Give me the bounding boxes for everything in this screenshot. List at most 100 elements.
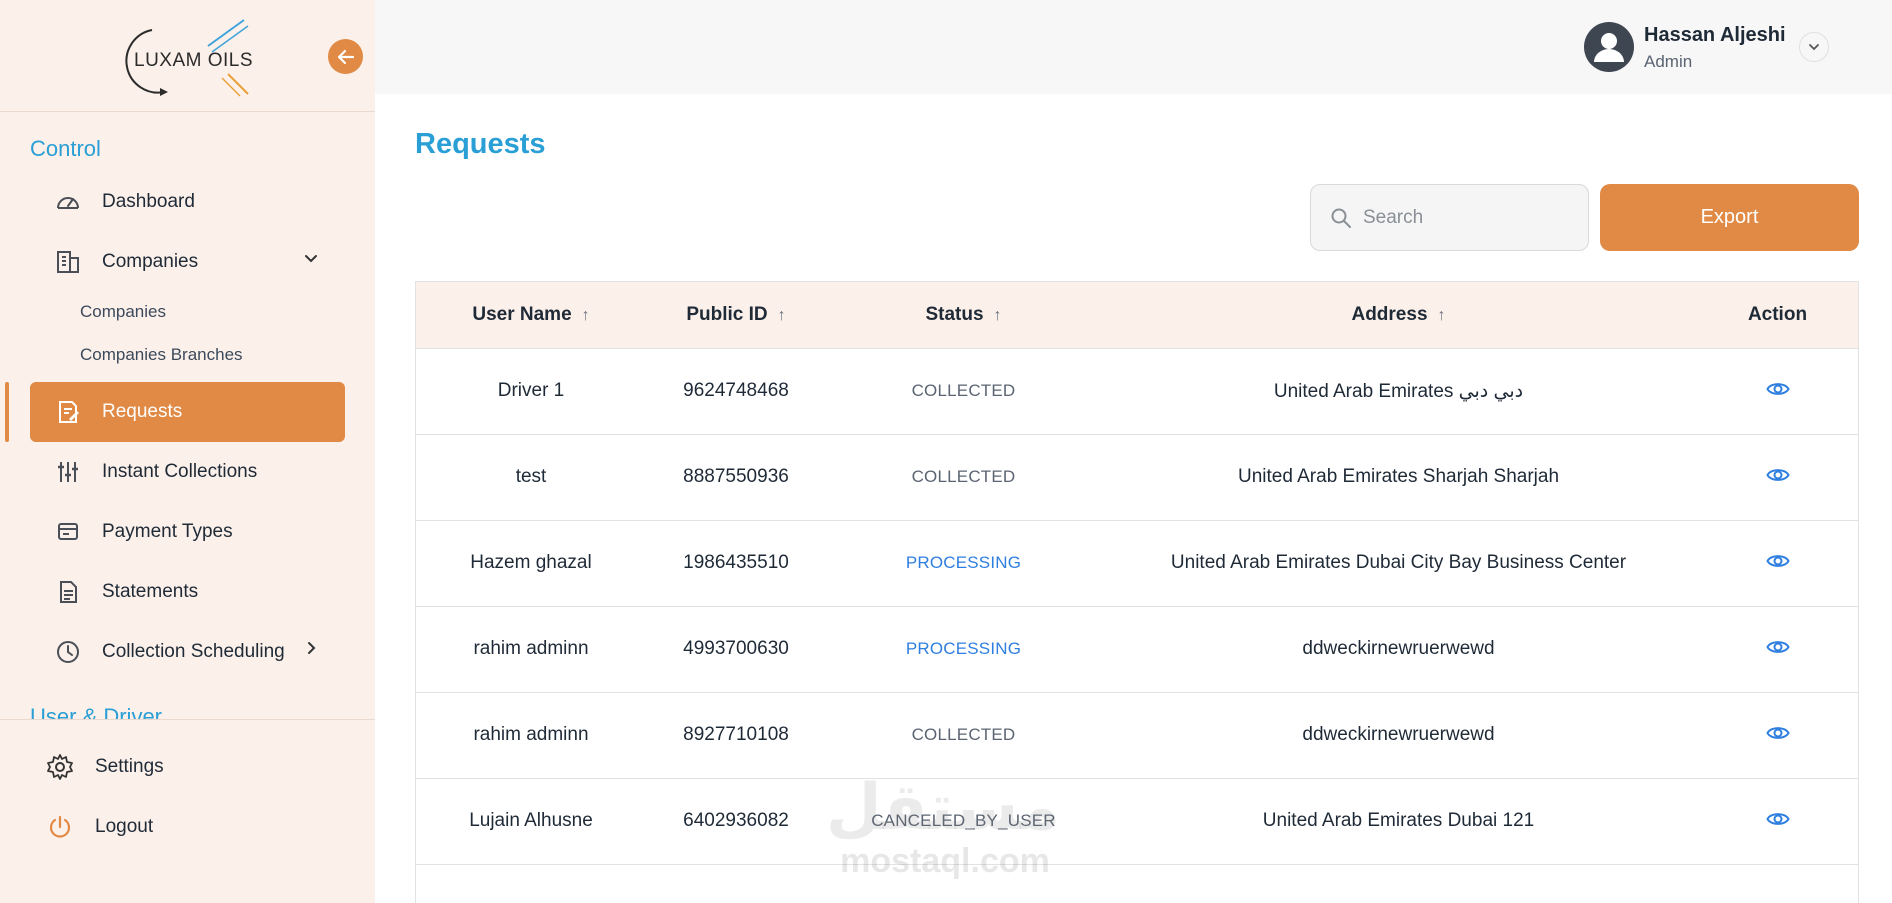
cell-public-id: 4993700630 bbox=[683, 638, 789, 659]
sidebar-subitem-companies-branches[interactable]: Companies Branches bbox=[80, 345, 243, 365]
clock-icon bbox=[54, 638, 82, 666]
gear-icon bbox=[45, 752, 75, 782]
sidebar-subitem-companies[interactable]: Companies bbox=[80, 302, 166, 322]
status-badge: CANCELED_BY_USER bbox=[871, 811, 1056, 830]
cell-address: United Arab Emirates دبي دبي bbox=[1273, 380, 1524, 402]
sidebar-item-collection-scheduling[interactable]: Collection Scheduling bbox=[30, 622, 345, 682]
cell-user-name: rahim adminn bbox=[473, 724, 589, 745]
cell-user-name: Lujain Alhusne bbox=[469, 810, 593, 831]
cell-address: United Arab Emirates Dubai 121 bbox=[1262, 810, 1535, 831]
table-row: rahim adminn 4993700630 PROCESSING ddwec… bbox=[416, 606, 1858, 692]
chevron-down-icon bbox=[1809, 44, 1819, 51]
status-badge: COLLECTED bbox=[911, 467, 1016, 486]
view-eye-icon[interactable] bbox=[1764, 375, 1792, 403]
collapse-sidebar-button[interactable] bbox=[328, 39, 363, 74]
sort-arrow-up-icon[interactable]: ↑ bbox=[582, 307, 590, 324]
status-badge: COLLECTED bbox=[911, 381, 1016, 400]
cell-user-name: Hazem ghazal bbox=[470, 552, 592, 573]
sort-arrow-up-icon[interactable]: ↑ bbox=[994, 307, 1002, 324]
section-title-control: Control bbox=[30, 136, 101, 161]
status-badge: COLLECTED bbox=[911, 725, 1016, 744]
user-role: Admin bbox=[1644, 52, 1693, 71]
sort-arrow-up-icon[interactable]: ↑ bbox=[778, 307, 786, 324]
brand-area: LUXAM OILS bbox=[0, 0, 375, 112]
top-bar bbox=[375, 0, 1892, 94]
search-box[interactable] bbox=[1310, 184, 1589, 251]
cell-user-name: test bbox=[515, 466, 547, 487]
table-row: rahim adminn 8927710108 COLLECTED ddweck… bbox=[416, 692, 1858, 778]
user-icon bbox=[1594, 33, 1624, 62]
column-header-address[interactable]: Address ↑ bbox=[1101, 282, 1696, 349]
cell-public-id: 6402936082 bbox=[683, 810, 789, 831]
sidebar-item-label: Dashboard bbox=[102, 191, 195, 212]
export-button[interactable]: Export bbox=[1600, 184, 1859, 251]
building-icon bbox=[54, 248, 82, 276]
sidebar-item-companies[interactable]: Companies bbox=[30, 232, 345, 292]
sidebar-item-label: Companies bbox=[102, 251, 199, 272]
cell-user-name: Driver 1 bbox=[497, 380, 565, 401]
column-header-public-id[interactable]: Public ID ↑ bbox=[646, 282, 826, 349]
cell-address: ddweckirnewruerwewd bbox=[1302, 724, 1495, 745]
sidebar-item-dashboard[interactable]: Dashboard bbox=[30, 172, 345, 232]
sidebar-item-instant-collections[interactable]: Instant Collections bbox=[30, 442, 345, 502]
cell-public-id: 8887550936 bbox=[683, 466, 789, 487]
search-icon bbox=[1331, 208, 1351, 228]
company-logo[interactable]: LUXAM OILS bbox=[112, 18, 262, 98]
sidebar-item-label: Payment Types bbox=[102, 521, 233, 542]
sidebar-item-label: Collection Scheduling bbox=[102, 641, 285, 662]
view-eye-icon[interactable] bbox=[1764, 719, 1792, 747]
sidebar-item-label: Logout bbox=[95, 816, 154, 837]
table-row: Hazem ghazal 1986435510 PROCESSING Unite… bbox=[416, 520, 1858, 606]
sidebar-item-label: Settings bbox=[95, 756, 164, 777]
table-row: Lujain Alhusne 6402936082 CANCELED_BY_US… bbox=[416, 778, 1858, 864]
sidebar-item-requests[interactable]: Requests bbox=[30, 382, 345, 442]
search-input[interactable] bbox=[1363, 206, 1563, 229]
sidebar-item-label: Requests bbox=[102, 401, 183, 422]
receipt-icon bbox=[54, 518, 82, 546]
sidebar-divider bbox=[0, 719, 375, 720]
view-eye-icon[interactable] bbox=[1764, 633, 1792, 661]
page-title: Requests bbox=[415, 128, 546, 160]
sidebar-item-payment-types[interactable]: Payment Types bbox=[30, 502, 345, 562]
view-eye-icon[interactable] bbox=[1764, 547, 1792, 575]
sidebar-item-settings[interactable]: Settings bbox=[45, 747, 164, 787]
column-header-user-name[interactable]: User Name ↑ bbox=[416, 282, 646, 349]
cell-address: United Arab Emirates Dubai City Bay Busi… bbox=[1170, 552, 1627, 573]
cell-public-id: 8927710108 bbox=[683, 724, 789, 745]
requests-table: User Name ↑ Public ID ↑ Status ↑ Address ↑ A… bbox=[415, 281, 1859, 903]
table-row: Driver 1 9624748468 COLLECTED United Ara… bbox=[416, 348, 1858, 434]
cell-address: United Arab Emirates Sharjah Sharjah bbox=[1237, 466, 1560, 487]
user-menu-toggle[interactable] bbox=[1799, 32, 1829, 62]
power-icon bbox=[45, 812, 75, 842]
user-name: Hassan Aljeshi bbox=[1644, 24, 1786, 46]
sidebar-item-statements[interactable]: Statements bbox=[30, 562, 345, 622]
view-eye-icon[interactable] bbox=[1764, 461, 1792, 489]
cell-public-id: 1986435510 bbox=[683, 552, 789, 573]
status-badge: PROCESSING bbox=[905, 553, 1022, 572]
edit-document-icon bbox=[54, 398, 82, 426]
cell-address: ddweckirnewruerwewd bbox=[1302, 638, 1495, 659]
arrow-left-icon bbox=[337, 49, 354, 64]
sort-arrow-up-icon[interactable]: ↑ bbox=[1438, 307, 1446, 324]
cell-user-name: rahim adminn bbox=[473, 638, 589, 659]
section-title-user-driver: User & Driver bbox=[30, 704, 163, 719]
view-eye-icon[interactable] bbox=[1764, 805, 1792, 833]
document-icon bbox=[54, 578, 82, 606]
table-row: test 8887550936 COLLECTED United Arab Em… bbox=[416, 434, 1858, 520]
sliders-icon bbox=[54, 458, 82, 486]
column-header-status[interactable]: Status ↑ bbox=[826, 282, 1101, 349]
cell-public-id: 9624748468 bbox=[683, 380, 789, 401]
table-header-row: User Name ↑ Public ID ↑ Status ↑ Address ↑ A… bbox=[416, 282, 1858, 349]
sidebar-item-label: Instant Collections bbox=[102, 461, 258, 482]
sidebar-item-label: Statements bbox=[102, 581, 199, 602]
logo-text: LUXAM OILS bbox=[134, 50, 254, 71]
chevron-down-icon bbox=[303, 250, 319, 271]
status-badge: PROCESSING bbox=[905, 639, 1022, 658]
active-indicator bbox=[5, 382, 9, 442]
avatar[interactable] bbox=[1584, 22, 1634, 72]
sidebar-item-logout[interactable]: Logout bbox=[45, 807, 153, 847]
gauge-icon bbox=[54, 188, 82, 216]
column-header-action: Action bbox=[1696, 282, 1858, 349]
chevron-right-icon bbox=[303, 640, 319, 661]
sidebar: LUXAM OILS Control Dashboard Companies C… bbox=[0, 0, 375, 903]
